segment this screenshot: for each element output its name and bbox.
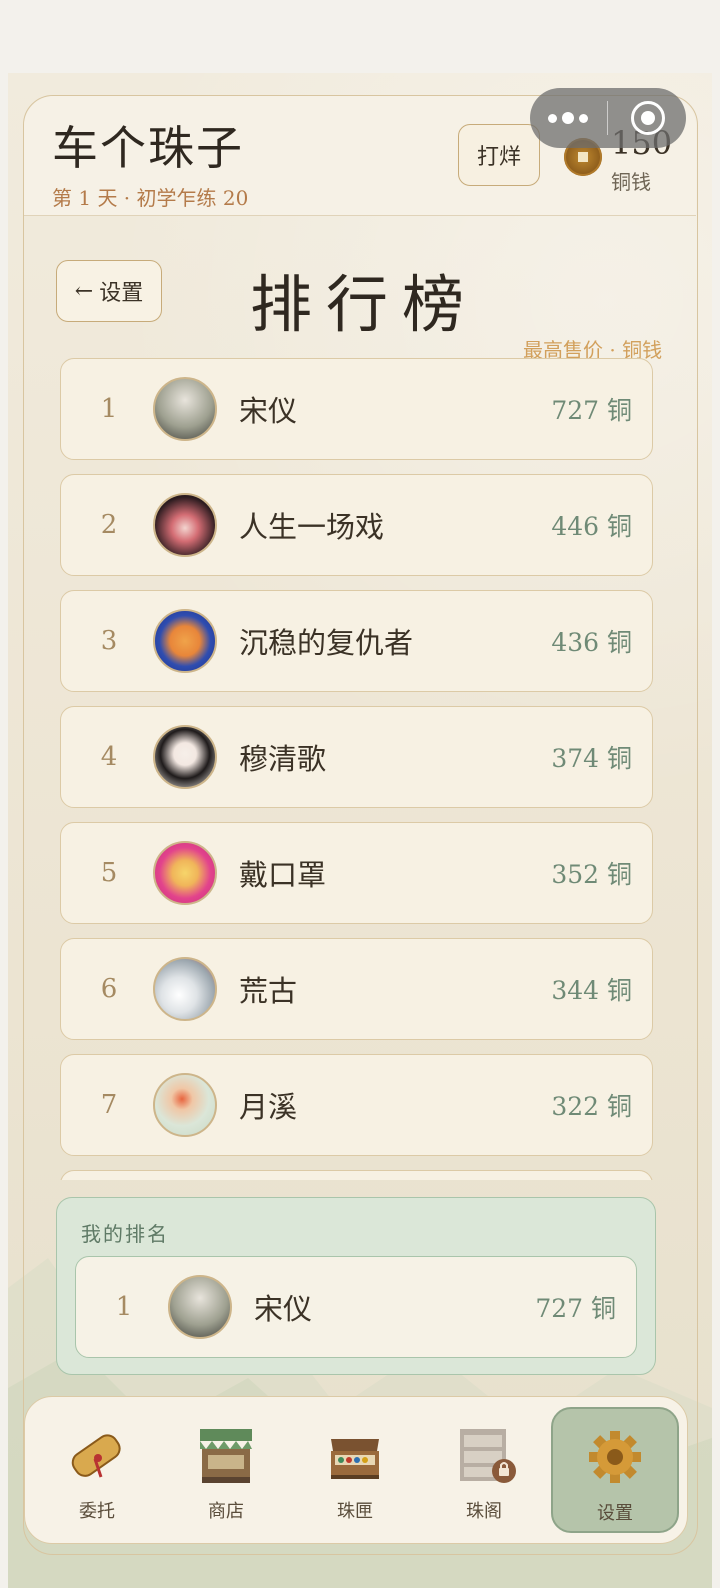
player-price: 344 铜	[551, 976, 632, 1005]
leaderboard-row[interactable]: 5 戴口罩 352 铜	[60, 822, 653, 924]
player-price: 374 铜	[551, 744, 632, 773]
rank-number: 1	[100, 394, 118, 424]
player-price: 352 铜	[551, 860, 632, 889]
player-price: 446 铜	[551, 512, 632, 541]
close-target-icon[interactable]	[631, 101, 665, 135]
player-name: 穆清歌	[239, 742, 327, 776]
player-price: 322 铜	[551, 1092, 632, 1121]
player-price: 727 铜	[535, 1294, 616, 1323]
nav-label: 设置	[597, 1503, 633, 1524]
player-name: 宋仪	[239, 394, 298, 428]
leaderboard-row[interactable]: 1 宋仪 727 铜	[60, 358, 653, 460]
player-price: 727 铜	[551, 396, 632, 425]
back-label: 设置	[99, 281, 144, 306]
arrow-left-icon: ←	[74, 278, 94, 304]
player-name: 人生一场戏	[239, 510, 385, 544]
rank-number: 1	[115, 1292, 133, 1322]
rank-number: 5	[100, 858, 118, 888]
capsule-divider	[607, 101, 608, 135]
my-rank-row[interactable]: 1 宋仪 727 铜	[75, 1256, 637, 1358]
avatar	[168, 1275, 232, 1339]
rank-number: 6	[100, 974, 118, 1004]
avatar	[153, 1073, 217, 1137]
nav-item-shop[interactable]: 商店	[162, 1407, 290, 1533]
leaderboard-row[interactable]: 4 穆清歌 374 铜	[60, 706, 653, 808]
nav-item-commission[interactable]: 委托	[33, 1407, 161, 1533]
leaderboard-row[interactable]: 3 沉稳的复仇者 436 铜	[60, 590, 653, 692]
leaderboard-list[interactable]: 1 宋仪 727 铜 2 人生一场戏 446 铜 3 沉稳的复仇者 436 铜 …	[60, 358, 653, 1180]
avatar	[153, 493, 217, 557]
player-name: 荒古	[239, 974, 298, 1008]
mini-program-capsule	[530, 88, 686, 148]
scroll-icon	[65, 1425, 129, 1485]
shop-icon	[194, 1425, 258, 1485]
leaderboard-row[interactable]: 7 月溪 322 铜	[60, 1054, 653, 1156]
player-name: 沉稳的复仇者	[239, 626, 414, 660]
my-rank-panel: 我的排名 1 宋仪 727 铜	[56, 1197, 656, 1375]
page-title: 排行榜	[250, 268, 479, 341]
back-button[interactable]: ← 设置	[56, 260, 162, 322]
nav-item-settings[interactable]: 设置	[551, 1407, 679, 1533]
chest-icon	[323, 1425, 387, 1485]
day-info: 第 1 天 · 初学乍练 20	[52, 186, 249, 210]
nav-item-bead-pavilion[interactable]: 珠阁	[420, 1407, 548, 1533]
avatar	[153, 957, 217, 1021]
bottom-nav: 委托 商店 珠匣 珠阁 设置	[24, 1396, 688, 1544]
nav-label: 委托	[79, 1501, 115, 1522]
rank-number: 7	[100, 1090, 118, 1120]
avatar	[153, 609, 217, 673]
avatar	[153, 377, 217, 441]
player-name: 戴口罩	[239, 858, 327, 892]
nav-item-bead-box[interactable]: 珠匣	[291, 1407, 419, 1533]
avatar	[153, 725, 217, 789]
player-name: 宋仪	[254, 1292, 313, 1326]
nav-label: 珠匣	[337, 1501, 373, 1522]
avatar	[153, 841, 217, 905]
rank-number: 2	[100, 510, 118, 540]
nav-label: 珠阁	[466, 1501, 502, 1522]
rank-number: 4	[100, 742, 118, 772]
app-title: 车个珠子	[52, 121, 244, 175]
gear-icon	[583, 1427, 647, 1487]
my-rank-label: 我的排名	[81, 1222, 169, 1246]
more-icon[interactable]	[548, 106, 588, 130]
leaderboard-row-partial[interactable]	[60, 1170, 653, 1180]
player-price: 436 铜	[551, 628, 632, 657]
close-shop-button[interactable]: 打烊	[458, 124, 540, 186]
coin-label: 铜钱	[611, 170, 651, 194]
player-name: 月溪	[239, 1090, 298, 1124]
leaderboard-row[interactable]: 2 人生一场戏 446 铜	[60, 474, 653, 576]
nav-label: 商店	[208, 1501, 244, 1522]
rank-number: 3	[100, 626, 118, 656]
leaderboard-row[interactable]: 6 荒古 344 铜	[60, 938, 653, 1040]
cabinet-icon	[452, 1425, 516, 1485]
